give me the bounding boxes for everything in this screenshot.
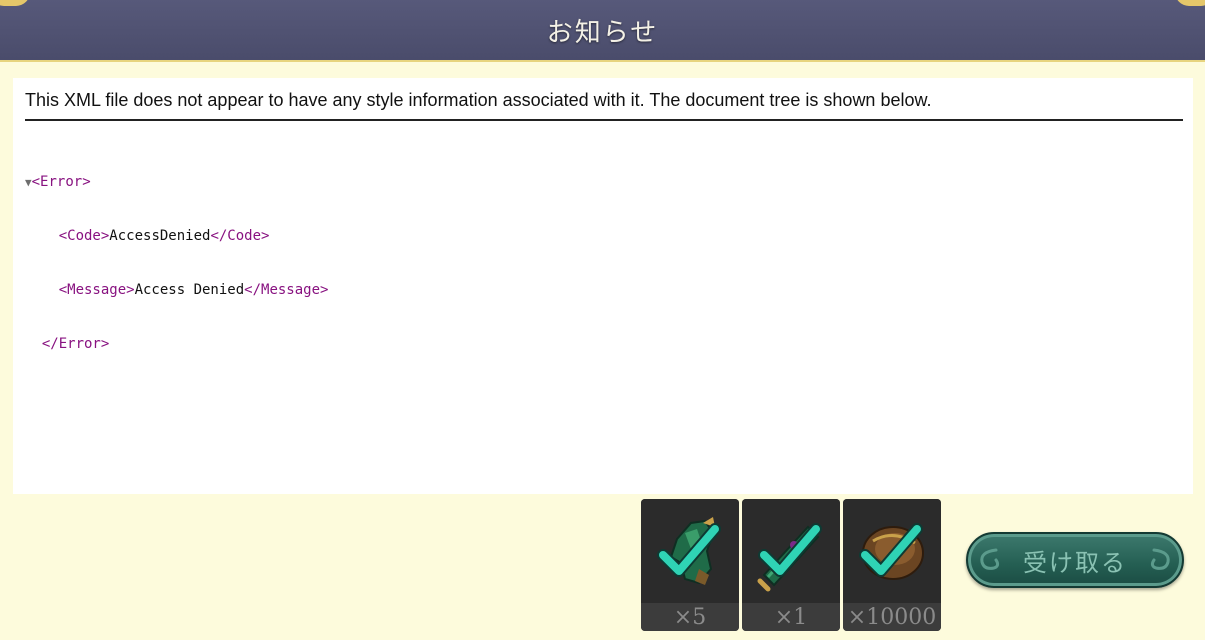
notice-content-frame[interactable]: This XML file does not appear to have an… (13, 78, 1193, 494)
xml-error-close-line: </Error> (25, 335, 328, 353)
reward-quantity: ×5 (641, 603, 739, 631)
receive-button-label: 受け取る (1023, 548, 1127, 577)
reward-item[interactable]: ×10000 (843, 499, 941, 631)
xml-tag-message-close: </Message> (244, 282, 329, 298)
green-armor-icon (641, 499, 739, 603)
receive-button[interactable]: 受け取る (966, 532, 1184, 588)
xml-tag-code-close: </Code> (210, 228, 270, 244)
xml-style-notice: This XML file does not appear to have an… (25, 90, 1183, 121)
reward-quantity: ×1 (742, 603, 840, 631)
swirl-ornament-icon (1150, 548, 1170, 570)
green-scroll-icon (742, 499, 840, 603)
header-corner-ornament-left (0, 0, 30, 6)
xml-error-open-line: ▼<Error> (25, 173, 328, 191)
coin-pouch-icon (843, 499, 941, 603)
xml-tag-message-open: <Message> (58, 282, 135, 298)
xml-message-line: <Message>Access Denied</Message> (25, 281, 329, 299)
xml-tag-code-open: <Code> (58, 228, 110, 244)
header-bar: お知らせ (0, 0, 1205, 62)
reward-item[interactable]: ×5 (641, 499, 739, 631)
xml-tag-error-close: </Error> (41, 336, 110, 352)
page-title: お知らせ (546, 17, 659, 48)
xml-document-tree: ▼<Error> <Code>AccessDenied</Code> <Mess… (25, 137, 328, 389)
xml-message-value: Access Denied (134, 282, 245, 298)
collapse-toggle-icon[interactable]: ▼ (25, 176, 32, 189)
reward-quantity: ×10000 (843, 603, 941, 631)
swirl-ornament-icon (980, 548, 1000, 570)
xml-tag-error-open: <Error> (31, 174, 91, 190)
xml-code-line: <Code>AccessDenied</Code> (25, 227, 328, 245)
xml-code-value: AccessDenied (109, 228, 211, 244)
reward-item[interactable]: ×1 (742, 499, 840, 631)
header-corner-ornament-right (1175, 0, 1205, 6)
